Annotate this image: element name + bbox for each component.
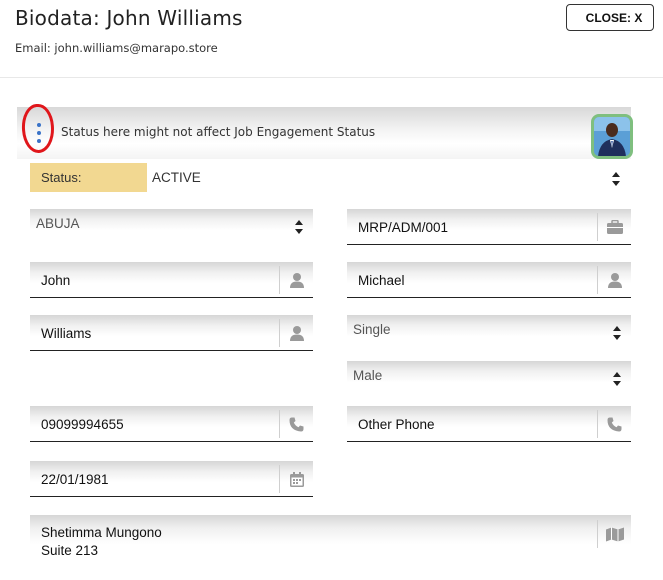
map-icon [597,520,631,548]
other-phone-field[interactable]: Other Phone [347,406,631,442]
status-banner: Status here might not affect Job Engagem… [17,102,633,159]
briefcase-icon [597,213,631,241]
sort-arrows-icon [613,326,621,340]
banner-note: Status here might not affect Job Engagem… [61,125,376,139]
staff-id-field[interactable]: MRP/ADM/001 [347,209,631,245]
last-name-field[interactable]: Williams [30,315,313,351]
header-divider [0,77,663,78]
last-name-value: Williams [41,326,92,341]
status-select[interactable]: Status: ACTIVE [30,163,631,192]
dob-field[interactable]: 22/01/1981 [30,461,313,497]
other-phone-value: Other Phone [358,417,435,432]
first-name-field[interactable]: John [30,262,313,298]
middle-name-field[interactable]: Michael [347,262,631,298]
sort-arrows-icon [613,372,621,386]
phone-field[interactable]: 09099994655 [30,406,313,442]
location-value: ABUJA [36,216,80,231]
status-value: ACTIVE [152,170,201,185]
sort-arrows-icon [295,220,303,234]
user-icon [279,319,313,347]
staff-id-value: MRP/ADM/001 [358,220,449,235]
middle-name-value: Michael [358,273,405,288]
gender-value: Male [353,368,383,383]
user-icon [597,266,631,294]
phone-icon [597,410,631,438]
user-icon [279,266,313,294]
avatar[interactable] [591,114,633,159]
sort-arrows-icon [612,172,620,186]
gender-select[interactable]: Male [347,361,631,394]
address-line1: Shetimma Mungono [41,525,162,540]
marital-status-value: Single [353,322,391,337]
address-line2: Suite 213 [41,543,99,558]
location-select[interactable]: ABUJA [30,209,313,242]
vertical-dots-icon[interactable] [35,123,43,143]
dob-value: 22/01/1981 [41,472,109,487]
phone-value: 09099994655 [41,417,124,432]
phone-icon [279,410,313,438]
status-label: Status: [30,163,147,192]
first-name-value: John [41,273,71,288]
calendar-icon [279,465,313,493]
email-text: Email: john.williams@marapo.store [15,41,218,55]
marital-status-select[interactable]: Single [347,315,631,348]
page-title: Biodata: John Williams [15,6,243,30]
address-field[interactable]: Shetimma Mungono Suite 213 [30,515,631,580]
close-button[interactable]: CLOSE: X [566,4,654,31]
